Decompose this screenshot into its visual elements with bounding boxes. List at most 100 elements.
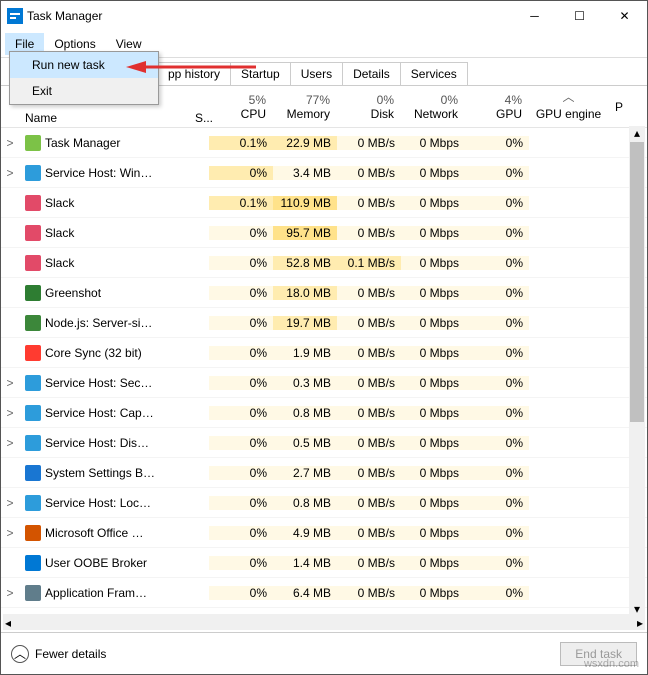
process-icon bbox=[25, 435, 41, 451]
minimize-button[interactable]: ─ bbox=[512, 1, 557, 31]
table-row[interactable]: >Service Host: Win…0%3.4 MB0 MB/s0 Mbps0… bbox=[1, 158, 647, 188]
cpu-cell: 0% bbox=[209, 376, 273, 390]
gpu-cell: 0% bbox=[465, 346, 529, 360]
table-row[interactable]: >Task Manager0.1%22.9 MB0 MB/s0 Mbps0% bbox=[1, 128, 647, 158]
cpu-cell: 0.1% bbox=[209, 196, 273, 210]
process-name: Slack bbox=[19, 195, 189, 211]
cpu-cell: 0% bbox=[209, 436, 273, 450]
expand-chevron-icon[interactable]: > bbox=[1, 496, 19, 510]
memory-cell: 1.9 MB bbox=[273, 346, 337, 360]
process-name: Service Host: Sec… bbox=[19, 375, 189, 391]
table-row[interactable]: Core Sync (32 bit)0%1.9 MB0 MB/s0 Mbps0% bbox=[1, 338, 647, 368]
col-network[interactable]: 0%Network bbox=[401, 86, 465, 127]
fewer-details-button[interactable]: ︿ Fewer details bbox=[11, 645, 106, 663]
memory-cell: 2.7 MB bbox=[273, 466, 337, 480]
process-icon bbox=[25, 465, 41, 481]
network-cell: 0 Mbps bbox=[401, 286, 465, 300]
disk-cell: 0.1 MB/s bbox=[337, 256, 401, 270]
process-name: Application Fram… bbox=[19, 585, 189, 601]
col-p[interactable]: P bbox=[609, 86, 623, 127]
memory-cell: 6.4 MB bbox=[273, 586, 337, 600]
network-cell: 0 Mbps bbox=[401, 346, 465, 360]
network-cell: 0 Mbps bbox=[401, 436, 465, 450]
cpu-cell: 0% bbox=[209, 526, 273, 540]
tab-details[interactable]: Details bbox=[342, 62, 401, 85]
table-row[interactable]: Node.js: Server-si…0%19.7 MB0 MB/s0 Mbps… bbox=[1, 308, 647, 338]
gpu-cell: 0% bbox=[465, 136, 529, 150]
disk-cell: 0 MB/s bbox=[337, 406, 401, 420]
sort-chevron-icon: ︿ bbox=[562, 88, 574, 105]
memory-cell: 0.8 MB bbox=[273, 406, 337, 420]
gpu-cell: 0% bbox=[465, 166, 529, 180]
memory-cell: 1.4 MB bbox=[273, 556, 337, 570]
maximize-button[interactable]: ☐ bbox=[557, 1, 602, 31]
table-row[interactable]: >Service Host: Dis…0%0.5 MB0 MB/s0 Mbps0… bbox=[1, 428, 647, 458]
horizontal-scrollbar[interactable]: ◂▸ bbox=[3, 614, 645, 630]
cpu-cell: 0% bbox=[209, 586, 273, 600]
table-row[interactable]: User OOBE Broker0%1.4 MB0 MB/s0 Mbps0% bbox=[1, 548, 647, 578]
gpu-cell: 0% bbox=[465, 466, 529, 480]
disk-cell: 0 MB/s bbox=[337, 166, 401, 180]
disk-cell: 0 MB/s bbox=[337, 136, 401, 150]
cpu-cell: 0% bbox=[209, 556, 273, 570]
expand-chevron-icon[interactable]: > bbox=[1, 166, 19, 180]
app-icon bbox=[7, 8, 23, 24]
process-icon bbox=[25, 555, 41, 571]
disk-cell: 0 MB/s bbox=[337, 196, 401, 210]
menu-exit[interactable]: Exit bbox=[10, 78, 158, 104]
expand-chevron-icon[interactable]: > bbox=[1, 586, 19, 600]
disk-cell: 0 MB/s bbox=[337, 316, 401, 330]
cpu-cell: 0% bbox=[209, 316, 273, 330]
chevron-up-icon: ︿ bbox=[11, 645, 29, 663]
table-row[interactable]: Slack0%95.7 MB0 MB/s0 Mbps0% bbox=[1, 218, 647, 248]
close-button[interactable]: ✕ bbox=[602, 1, 647, 31]
memory-cell: 0.3 MB bbox=[273, 376, 337, 390]
disk-cell: 0 MB/s bbox=[337, 526, 401, 540]
col-cpu[interactable]: 5%CPU bbox=[209, 86, 273, 127]
table-row[interactable]: >Application Fram…0%6.4 MB0 MB/s0 Mbps0% bbox=[1, 578, 647, 608]
disk-cell: 0 MB/s bbox=[337, 496, 401, 510]
process-name: Core Sync (32 bit) bbox=[19, 345, 189, 361]
footer: ︿ Fewer details End task bbox=[1, 632, 647, 674]
process-icon bbox=[25, 285, 41, 301]
process-name: Slack bbox=[19, 255, 189, 271]
table-row[interactable]: Slack0%52.8 MB0.1 MB/s0 Mbps0% bbox=[1, 248, 647, 278]
network-cell: 0 Mbps bbox=[401, 166, 465, 180]
col-memory[interactable]: 77%Memory bbox=[273, 86, 337, 127]
col-gpu[interactable]: 4%GPU bbox=[465, 86, 529, 127]
col-gpu-engine[interactable]: ︿GPU engine bbox=[529, 86, 609, 127]
gpu-cell: 0% bbox=[465, 526, 529, 540]
gpu-cell: 0% bbox=[465, 286, 529, 300]
tab-services[interactable]: Services bbox=[400, 62, 468, 85]
col-disk[interactable]: 0%Disk bbox=[337, 86, 401, 127]
memory-cell: 3.4 MB bbox=[273, 166, 337, 180]
process-name: Service Host: Cap… bbox=[19, 405, 189, 421]
table-row[interactable]: Slack0.1%110.9 MB0 MB/s0 Mbps0% bbox=[1, 188, 647, 218]
process-name: Service Host: Dis… bbox=[19, 435, 189, 451]
tab-users[interactable]: Users bbox=[290, 62, 343, 85]
window-title: Task Manager bbox=[27, 9, 102, 23]
expand-chevron-icon[interactable]: > bbox=[1, 376, 19, 390]
process-icon bbox=[25, 315, 41, 331]
table-row[interactable]: >Service Host: Cap…0%0.8 MB0 MB/s0 Mbps0… bbox=[1, 398, 647, 428]
process-icon bbox=[25, 585, 41, 601]
memory-cell: 4.9 MB bbox=[273, 526, 337, 540]
expand-chevron-icon[interactable]: > bbox=[1, 406, 19, 420]
table-row[interactable]: System Settings B…0%2.7 MB0 MB/s0 Mbps0% bbox=[1, 458, 647, 488]
scrollbar-thumb[interactable] bbox=[630, 142, 644, 422]
process-icon bbox=[25, 525, 41, 541]
vertical-scrollbar[interactable]: ▴▾ bbox=[629, 126, 645, 616]
expand-chevron-icon[interactable]: > bbox=[1, 526, 19, 540]
table-row[interactable]: >Service Host: Loc…0%0.8 MB0 MB/s0 Mbps0… bbox=[1, 488, 647, 518]
table-row[interactable]: >Service Host: Sec…0%0.3 MB0 MB/s0 Mbps0… bbox=[1, 368, 647, 398]
memory-cell: 0.8 MB bbox=[273, 496, 337, 510]
process-name: Slack bbox=[19, 225, 189, 241]
table-row[interactable]: >Microsoft Office …0%4.9 MB0 MB/s0 Mbps0… bbox=[1, 518, 647, 548]
gpu-cell: 0% bbox=[465, 496, 529, 510]
table-row[interactable]: Greenshot0%18.0 MB0 MB/s0 Mbps0% bbox=[1, 278, 647, 308]
expand-chevron-icon[interactable]: > bbox=[1, 436, 19, 450]
cpu-cell: 0% bbox=[209, 166, 273, 180]
disk-cell: 0 MB/s bbox=[337, 436, 401, 450]
expand-chevron-icon[interactable]: > bbox=[1, 136, 19, 150]
col-status[interactable]: S... bbox=[189, 86, 209, 127]
